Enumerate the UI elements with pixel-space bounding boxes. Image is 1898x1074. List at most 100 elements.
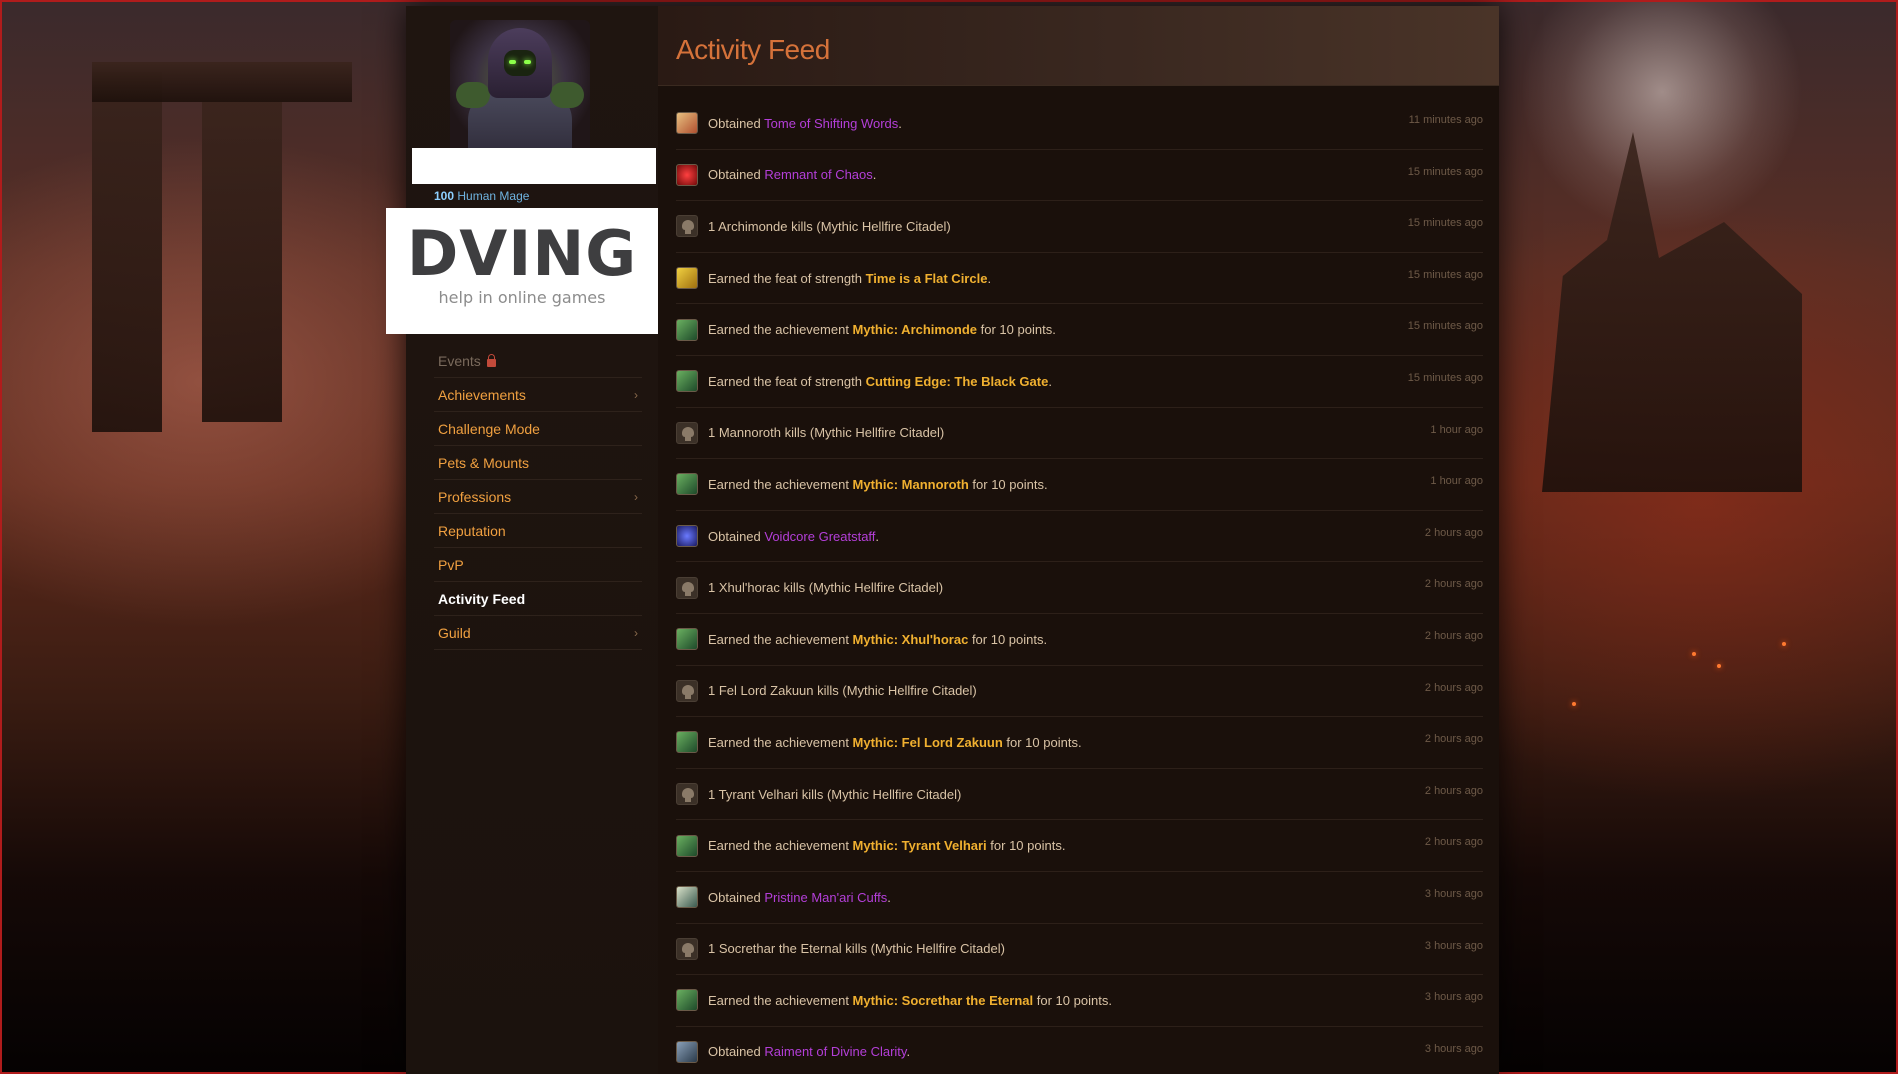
feed-text: Earned the achievement Mythic: Tyrant Ve… (708, 838, 1483, 853)
feed-row: Earned the feat of strength Cutting Edge… (676, 356, 1483, 408)
sidebar-item-achievements[interactable]: Achievements › (434, 378, 642, 412)
achievement-link[interactable]: Mythic: Socrethar the Eternal (853, 993, 1034, 1008)
sidebar-item-text: Guild (438, 624, 471, 641)
character-race-class[interactable]: Human Mage (457, 189, 529, 203)
achievement-link[interactable]: Mythic: Xhul'horac (853, 632, 969, 647)
feed-row: Earned the achievement Mythic: Fel Lord … (676, 717, 1483, 769)
feed-text: 1 Mannoroth kills (Mythic Hellfire Citad… (708, 425, 1483, 440)
feed-row: Earned the achievement Mythic: Mannoroth… (676, 459, 1483, 511)
skull-icon[interactable] (676, 679, 698, 702)
feed-row: Obtained Tome of Shifting Words. 11 minut… (676, 98, 1483, 150)
ach-icon[interactable] (676, 473, 698, 496)
feed-text: Earned the achievement Mythic: Archimond… (708, 322, 1483, 337)
ach-icon[interactable] (676, 628, 698, 651)
feed-row: Earned the feat of strength Time is a Fl… (676, 253, 1483, 305)
feed-text: Obtained Pristine Man'ari Cuffs. (708, 890, 1483, 905)
cuffs-icon[interactable] (676, 886, 698, 909)
achievement-link[interactable]: Cutting Edge: The Black Gate (866, 374, 1049, 389)
feed-row: 1 Tyrant Velhari kills (Mythic Hellfire … (676, 769, 1483, 821)
achievement-link[interactable]: Mythic: Fel Lord Zakuun (853, 735, 1003, 750)
sidebar-item-text: Reputation (438, 522, 506, 539)
feed-text-prefix: Obtained (708, 528, 765, 544)
skull-icon[interactable] (676, 937, 698, 960)
feed-text-suffix: for 10 points. (968, 631, 1048, 647)
skull-icon[interactable] (676, 421, 698, 444)
feed-row: Obtained Voidcore Greatstaff. 2 hours ago (676, 511, 1483, 563)
ruin-left-pillar (92, 72, 162, 432)
skull-icon[interactable] (676, 576, 698, 599)
character-level-line: 100 Human Mage (434, 189, 529, 203)
feed-timestamp: 2 hours ago (1424, 578, 1483, 591)
feed-timestamp: 2 hours ago (1424, 836, 1483, 849)
feed-text-suffix: for 10 points. (977, 322, 1056, 338)
ach-icon[interactable] (676, 989, 698, 1012)
item-link[interactable]: Tome of Shifting Words (764, 116, 898, 131)
achievement-link[interactable]: Time is a Flat Circle (866, 271, 988, 286)
item-link[interactable]: Raiment of Divine Clarity (764, 1044, 906, 1059)
feed-row: 1 Xhul'horac kills (Mythic Hellfire Cita… (676, 562, 1483, 614)
avatar-eye-right (524, 60, 531, 64)
sidebar-item-pvp[interactable]: PvP (434, 548, 642, 582)
feed-text-prefix: Earned the achievement (708, 734, 853, 750)
feed-text: Obtained Tome of Shifting Words. (708, 116, 1483, 131)
feat-icon[interactable] (676, 267, 698, 290)
sidebar-item-pets-mounts[interactable]: Pets & Mounts (434, 446, 642, 480)
ach-icon[interactable] (676, 834, 698, 857)
sidebar-item-reputation[interactable]: Reputation (434, 514, 642, 548)
feed-text-prefix: Earned the achievement (708, 322, 853, 338)
sidebar-item-activity-feed[interactable]: Activity Feed (434, 582, 642, 616)
sidebar-nav: Events Achievements › Challenge Mode Pets & … (434, 344, 642, 650)
ach-icon[interactable] (676, 731, 698, 754)
sidebar: 100 Human Mage DVING help in online game… (386, 6, 658, 1074)
sidebar-item-label: Pets & Mounts (438, 455, 529, 471)
character-level: 100 (434, 189, 455, 203)
avatar-eye-left (509, 60, 516, 64)
sidebar-item-professions[interactable]: Professions › (434, 480, 642, 514)
ach-icon[interactable] (676, 370, 698, 393)
skull-icon[interactable] (676, 783, 698, 806)
ach-icon[interactable] (676, 318, 698, 341)
sidebar-item-guild[interactable]: Guild › (434, 616, 642, 650)
sidebar-item-challenge-mode[interactable]: Challenge Mode (434, 412, 642, 446)
chevron-right-icon: › (634, 387, 638, 402)
avatar-shoulder-left (456, 82, 490, 108)
feed-row: Obtained Pristine Man'ari Cuffs. 3 hours … (676, 872, 1483, 924)
feed-text: 1 Archimonde kills (Mythic Hellfire Cita… (708, 219, 1483, 234)
sidebar-item-events[interactable]: Events (434, 344, 642, 378)
raiment-icon[interactable] (676, 1040, 698, 1063)
character-avatar[interactable] (450, 20, 590, 150)
item-link[interactable]: Voidcore Greatstaff (764, 529, 875, 544)
sidebar-item-text: Activity Feed (438, 590, 526, 607)
feed-text-prefix: Earned the feat of strength (708, 270, 866, 286)
feed-text-suffix: . (987, 270, 992, 286)
feed-row: 1 Socrethar the Eternal kills (Mythic He… (676, 924, 1483, 976)
sidebar-item-text: Professions (438, 488, 512, 505)
achievement-link[interactable]: Mythic: Mannoroth (853, 477, 969, 492)
item-link[interactable]: Pristine Man'ari Cuffs (764, 890, 887, 905)
page-title: Activity Feed (676, 34, 830, 65)
feed-timestamp: 2 hours ago (1424, 784, 1483, 797)
ruin-right-cliff (1542, 132, 1802, 492)
item-link[interactable]: Remnant of Chaos (764, 167, 872, 182)
skull-icon[interactable] (676, 215, 698, 238)
ember (1782, 642, 1786, 646)
sidebar-item-text: Pets & Mounts (438, 454, 530, 471)
page-container: 100 Human Mage DVING help in online game… (386, 6, 1499, 1074)
sidebar-item-label: PvP (438, 557, 464, 573)
feed-row: 1 Mannoroth kills (Mythic Hellfire Citad… (676, 408, 1483, 460)
tome-icon[interactable] (676, 112, 698, 135)
feed-text-prefix: Earned the achievement (708, 476, 853, 492)
feed-row: Earned the achievement Mythic: Socrethar… (676, 975, 1483, 1027)
feed-text-prefix: Obtained (708, 115, 765, 131)
achievement-link[interactable]: Mythic: Tyrant Velhari (853, 838, 987, 853)
feed-text-suffix: . (875, 528, 880, 544)
staff-icon[interactable] (676, 525, 698, 548)
feed-text: Earned the achievement Mythic: Socrethar… (708, 993, 1483, 1008)
feed-text: 1 Socrethar the Eternal kills (Mythic He… (708, 941, 1483, 956)
feed-text-prefix: Earned the achievement (708, 631, 853, 647)
sidebar-item-label: Events (438, 353, 496, 369)
chaos-icon[interactable] (676, 163, 698, 186)
achievement-link[interactable]: Mythic: Archimonde (853, 322, 977, 337)
feed-text-suffix: . (906, 1044, 911, 1060)
feed-row: Earned the achievement Mythic: Tyrant Ve… (676, 820, 1483, 872)
